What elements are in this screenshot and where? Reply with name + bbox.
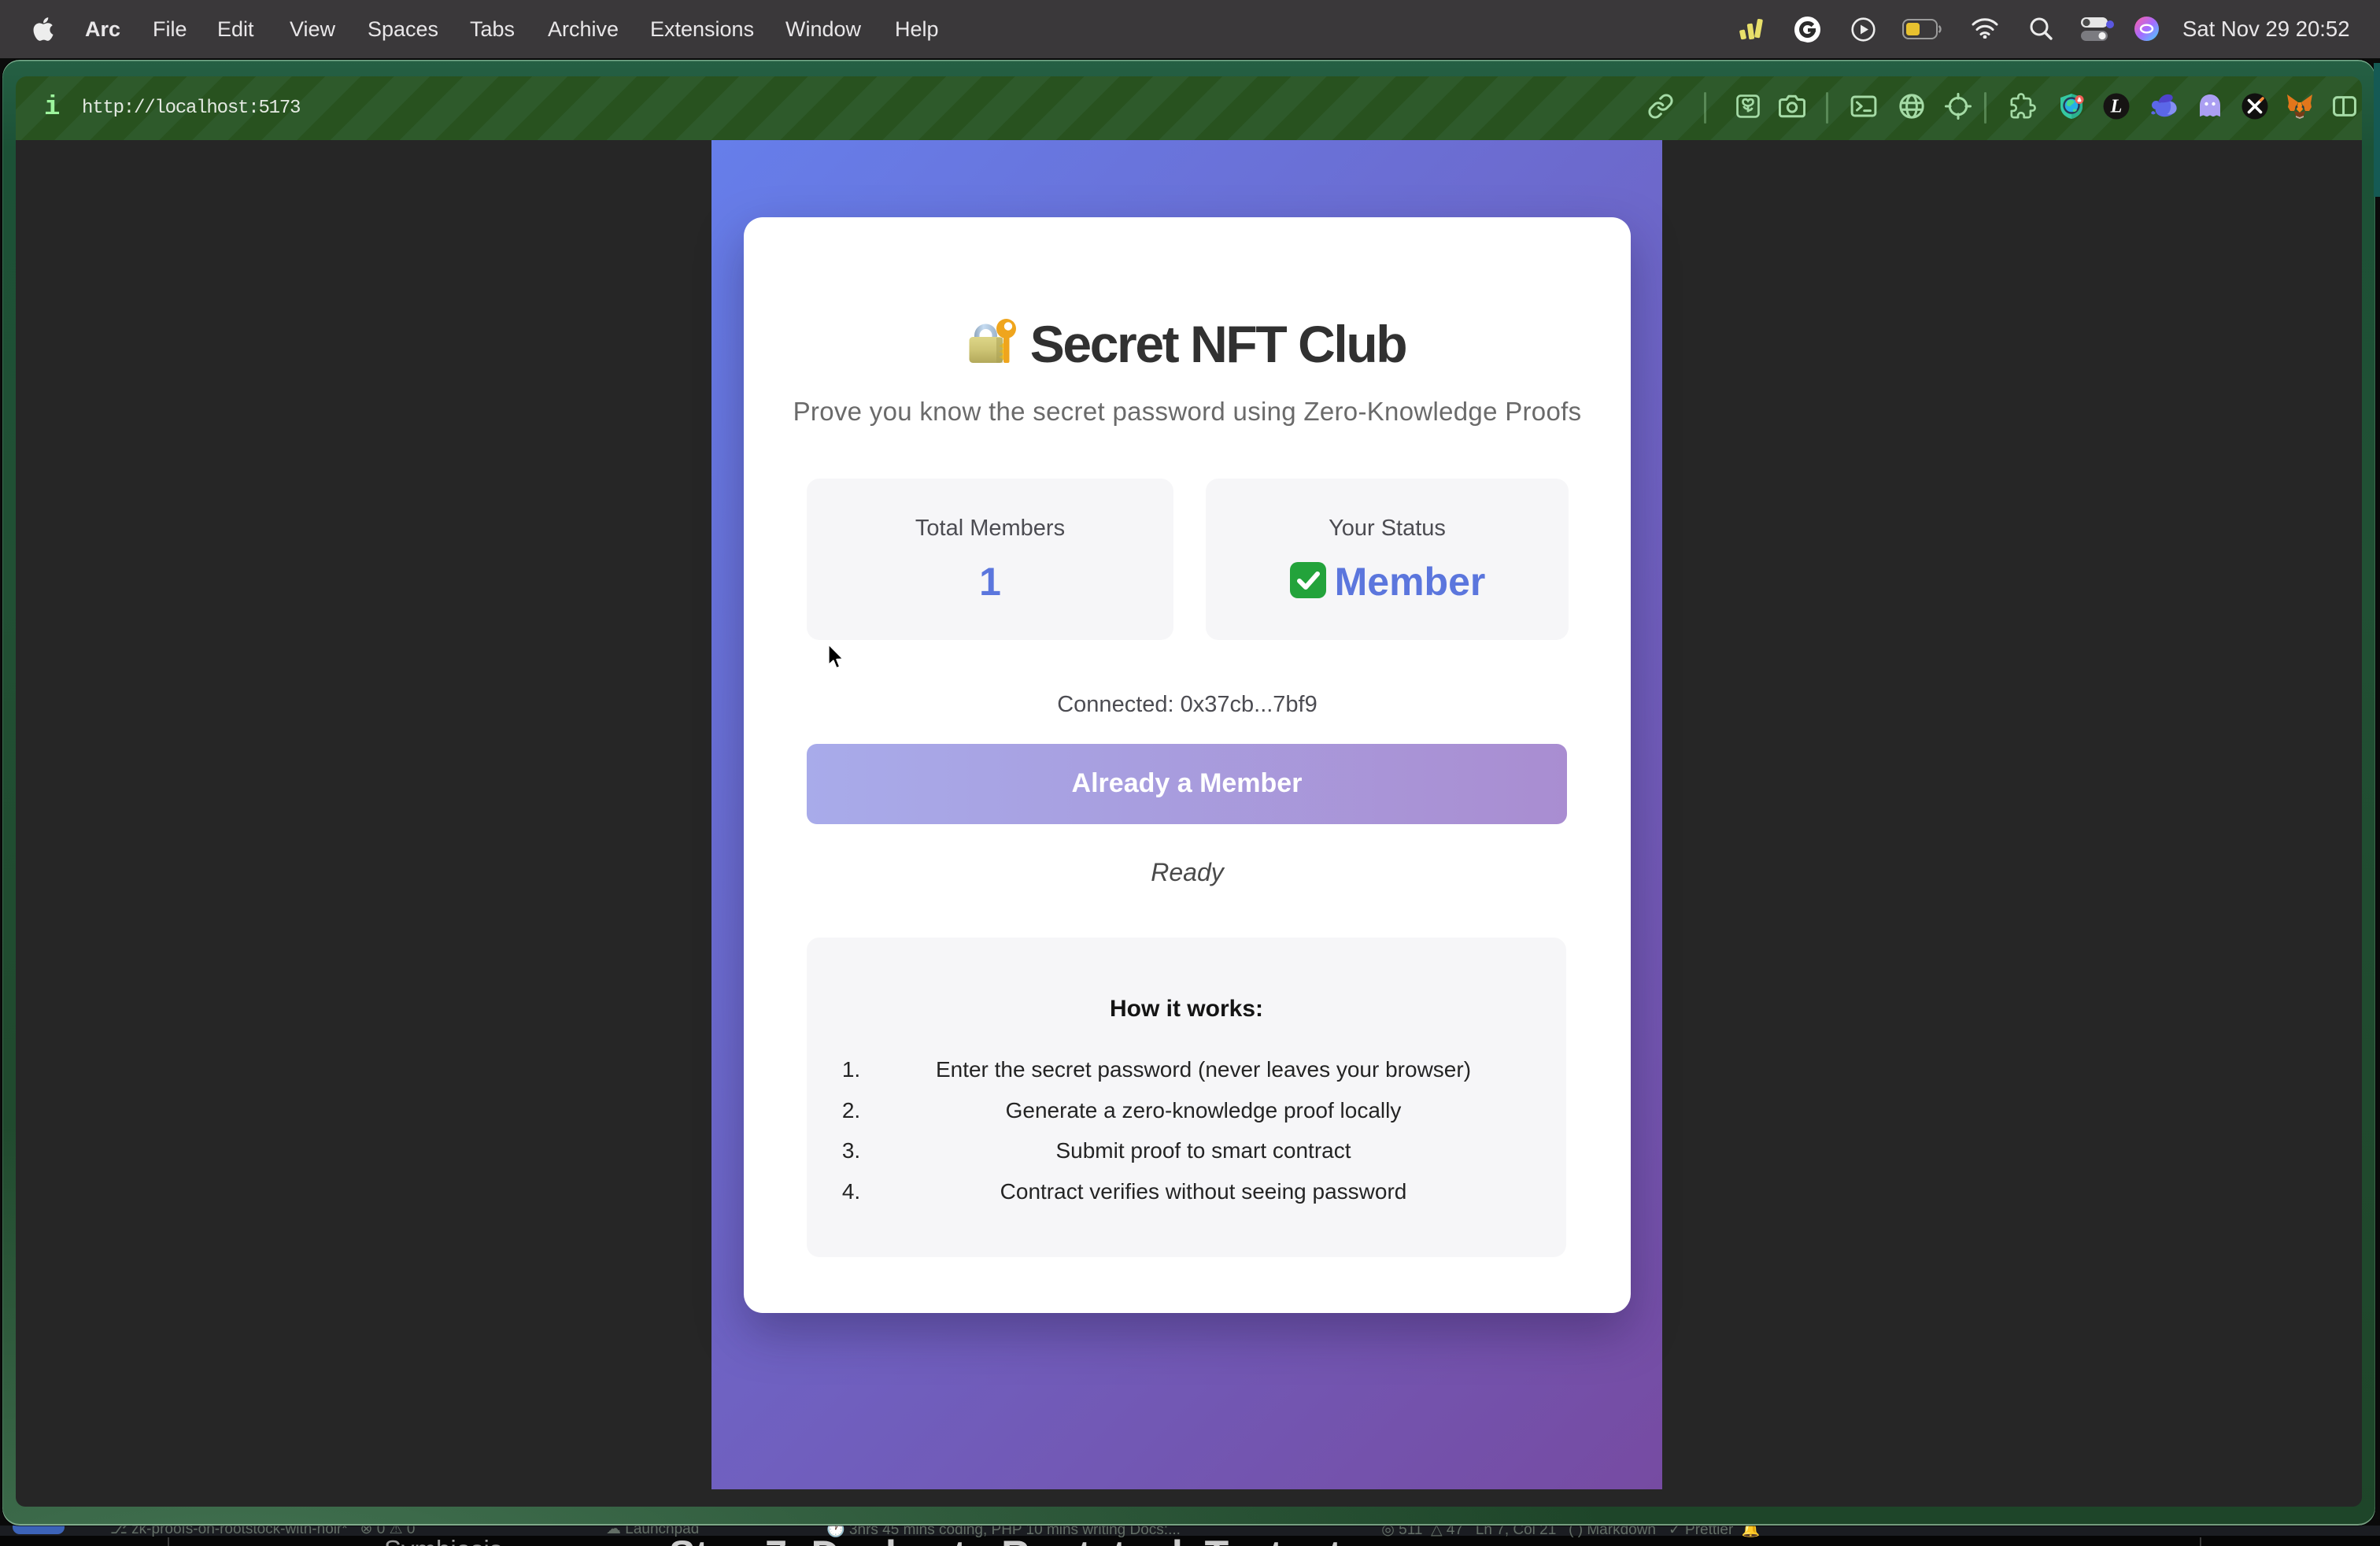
svg-text:L: L bbox=[2110, 97, 2123, 117]
